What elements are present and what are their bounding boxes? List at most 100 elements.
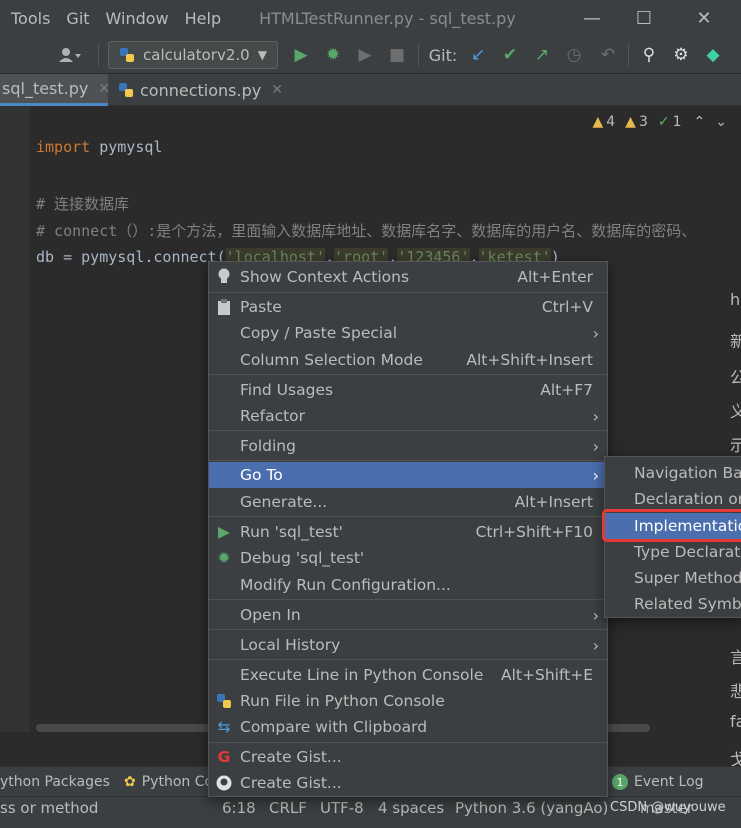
line-separator[interactable]: CRLF bbox=[269, 797, 307, 819]
search-icon: ⚲ bbox=[642, 45, 656, 65]
menu-item-copy-paste-special[interactable]: Copy / Paste Special › bbox=[209, 320, 607, 346]
file-encoding[interactable]: UTF-8 bbox=[320, 797, 364, 819]
menu-item-show-context-actions[interactable]: Show Context Actions Alt+Enter bbox=[209, 264, 607, 290]
menu-item-label: Find Usages bbox=[240, 381, 334, 399]
menu-item-generate[interactable]: Generate... Alt+Insert bbox=[209, 489, 607, 515]
git-history-button[interactable]: ◷ bbox=[562, 36, 586, 74]
menu-window[interactable]: Window bbox=[106, 9, 169, 28]
menu-separator bbox=[209, 659, 607, 660]
submenu-item-super-method[interactable]: Super Method bbox=[605, 565, 741, 591]
tab-label: connections.py bbox=[140, 80, 262, 100]
debug-button[interactable]: ✹ bbox=[320, 36, 346, 74]
menu-separator bbox=[209, 374, 607, 375]
caret-position[interactable]: 6:18 bbox=[222, 797, 256, 819]
search-button[interactable]: ⚲ bbox=[636, 36, 662, 74]
menu-item-label: Go To bbox=[240, 466, 283, 484]
menu-item-column-selection-mode[interactable]: Column Selection Mode Alt+Shift+Insert bbox=[209, 347, 607, 373]
maximize-button[interactable]: ☐ bbox=[624, 0, 664, 36]
debug-icon: ✹ bbox=[325, 45, 341, 65]
clipped-text: 示 bbox=[730, 436, 741, 455]
menu-item-compare-with-clipboard[interactable]: ⇆ Compare with Clipboard bbox=[209, 714, 607, 740]
menu-item-label: Compare with Clipboard bbox=[240, 718, 428, 736]
menu-item-create-gist-github[interactable]: Create Gist... bbox=[209, 770, 607, 796]
menu-item-label: Open In bbox=[240, 606, 301, 624]
menu-item-run[interactable]: ▶ Run 'sql_test' Ctrl+Shift+F10 bbox=[209, 519, 607, 545]
submenu-item-type-declaration[interactable]: Type Declaration bbox=[605, 539, 741, 565]
jetbrains-icon: ◆ bbox=[706, 45, 720, 65]
submenu-item-related-symbol[interactable]: Related Symbol... bbox=[605, 591, 741, 617]
chevron-right-icon: › bbox=[592, 406, 599, 426]
menu-item-label: Run File in Python Console bbox=[240, 692, 445, 710]
git-commit-button[interactable]: ✔ bbox=[498, 36, 522, 74]
toolbar-separator bbox=[418, 44, 419, 66]
debug-icon: ✹ bbox=[217, 549, 231, 567]
menu-item-go-to[interactable]: Go To › bbox=[209, 462, 607, 488]
close-icon[interactable]: ✕ bbox=[98, 81, 110, 97]
warning-icon: ▲ bbox=[592, 114, 604, 130]
tab-sql-test[interactable]: sql_test.py ✕ bbox=[0, 74, 110, 106]
menu-item-shortcut: Alt+Enter bbox=[517, 268, 593, 286]
submenu-item-navigation-bar[interactable]: Navigation Bar bbox=[605, 460, 741, 486]
clipboard-icon bbox=[215, 298, 233, 316]
menu-item-label: Refactor bbox=[240, 407, 306, 425]
run-button[interactable]: ▶ bbox=[288, 36, 314, 74]
menu-item-refactor[interactable]: Refactor › bbox=[209, 403, 607, 429]
git-update-button[interactable]: ↙ bbox=[466, 36, 490, 74]
menu-item-execute-line[interactable]: Execute Line in Python Console Alt+Shift… bbox=[209, 662, 607, 688]
menu-item-label: Run 'sql_test' bbox=[240, 523, 343, 541]
menu-item-shortcut: Ctrl+Shift+F10 bbox=[475, 523, 593, 541]
chevron-down-icon[interactable]: ⌄ bbox=[715, 114, 727, 130]
user-menu-button[interactable] bbox=[52, 36, 88, 74]
menu-item-debug[interactable]: ✹ Debug 'sql_test' bbox=[209, 545, 607, 571]
menu-item-folding[interactable]: Folding › bbox=[209, 433, 607, 459]
chevron-right-icon: › bbox=[592, 635, 599, 655]
event-log-tab[interactable]: 1 Event Log bbox=[612, 767, 704, 797]
menu-item-find-usages[interactable]: Find Usages Alt+F7 bbox=[209, 377, 607, 403]
menu-separator bbox=[209, 629, 607, 630]
bulb-icon bbox=[215, 268, 233, 286]
menu-git[interactable]: Git bbox=[66, 9, 89, 28]
menu-separator bbox=[209, 599, 607, 600]
menu-item-create-gist-gitee[interactable]: G Create Gist... bbox=[209, 744, 607, 770]
menu-item-paste[interactable]: Paste Ctrl+V bbox=[209, 294, 607, 320]
editor-gutter[interactable] bbox=[0, 106, 30, 732]
git-push-button[interactable]: ↗ bbox=[530, 36, 554, 74]
run-config-dropdown[interactable]: calculatorv2.0 ▼ bbox=[108, 41, 278, 69]
minimize-icon: — bbox=[583, 7, 601, 29]
menu-item-label: Local History bbox=[240, 636, 341, 654]
jetbrains-button[interactable]: ◆ bbox=[700, 36, 726, 74]
tool-window-label: ython Packages bbox=[0, 774, 110, 790]
menu-item-run-file-in-console[interactable]: Run File in Python Console bbox=[209, 688, 607, 714]
inspection-widget[interactable]: ▲ 4 ▲ 3 ✓ 1 ⌃ ⌄ bbox=[586, 114, 727, 130]
git-rollback-button[interactable]: ↶ bbox=[596, 36, 620, 74]
python-console-tab[interactable]: ✿ Python Co bbox=[124, 767, 213, 797]
menu-item-open-in[interactable]: Open In › bbox=[209, 602, 607, 628]
event-count-badge: 1 bbox=[612, 774, 628, 790]
close-icon[interactable]: ✕ bbox=[271, 82, 283, 98]
python-interpreter[interactable]: Python 3.6 (yangAo) bbox=[455, 797, 608, 819]
clock-icon: ◷ bbox=[566, 45, 582, 65]
menu-tools[interactable]: Tools bbox=[11, 9, 50, 28]
clipped-text: h bbox=[730, 290, 741, 309]
stop-button[interactable]: ■ bbox=[384, 36, 410, 74]
python-packages-tab[interactable]: ython Packages bbox=[0, 767, 110, 797]
annotation-highlight-box bbox=[602, 509, 741, 542]
menu-item-label: Debug 'sql_test' bbox=[240, 549, 365, 567]
menu-item-label: Create Gist... bbox=[240, 774, 342, 792]
code-text: db = pymysql.connect( bbox=[36, 248, 226, 266]
minimize-button[interactable]: — bbox=[572, 0, 612, 36]
check-icon: ✓ bbox=[657, 114, 670, 130]
watermark: CSDN @wuyouwe bbox=[610, 800, 726, 815]
close-window-button[interactable]: ✕ bbox=[684, 0, 724, 36]
tab-connections[interactable]: connections.py ✕ bbox=[118, 74, 288, 106]
clipped-text: 言 bbox=[730, 648, 741, 667]
chevron-up-icon[interactable]: ⌃ bbox=[694, 114, 706, 130]
menu-item-modify-run-configuration[interactable]: Modify Run Configuration... bbox=[209, 572, 607, 598]
coverage-button[interactable]: ▶ bbox=[352, 36, 378, 74]
menu-help[interactable]: Help bbox=[185, 9, 221, 28]
status-message: ss or method bbox=[0, 799, 99, 817]
weak-warning-count: 3 bbox=[638, 114, 648, 130]
indent-setting[interactable]: 4 spaces bbox=[378, 797, 444, 819]
menu-item-local-history[interactable]: Local History › bbox=[209, 632, 607, 658]
settings-button[interactable]: ⚙ bbox=[668, 36, 694, 74]
